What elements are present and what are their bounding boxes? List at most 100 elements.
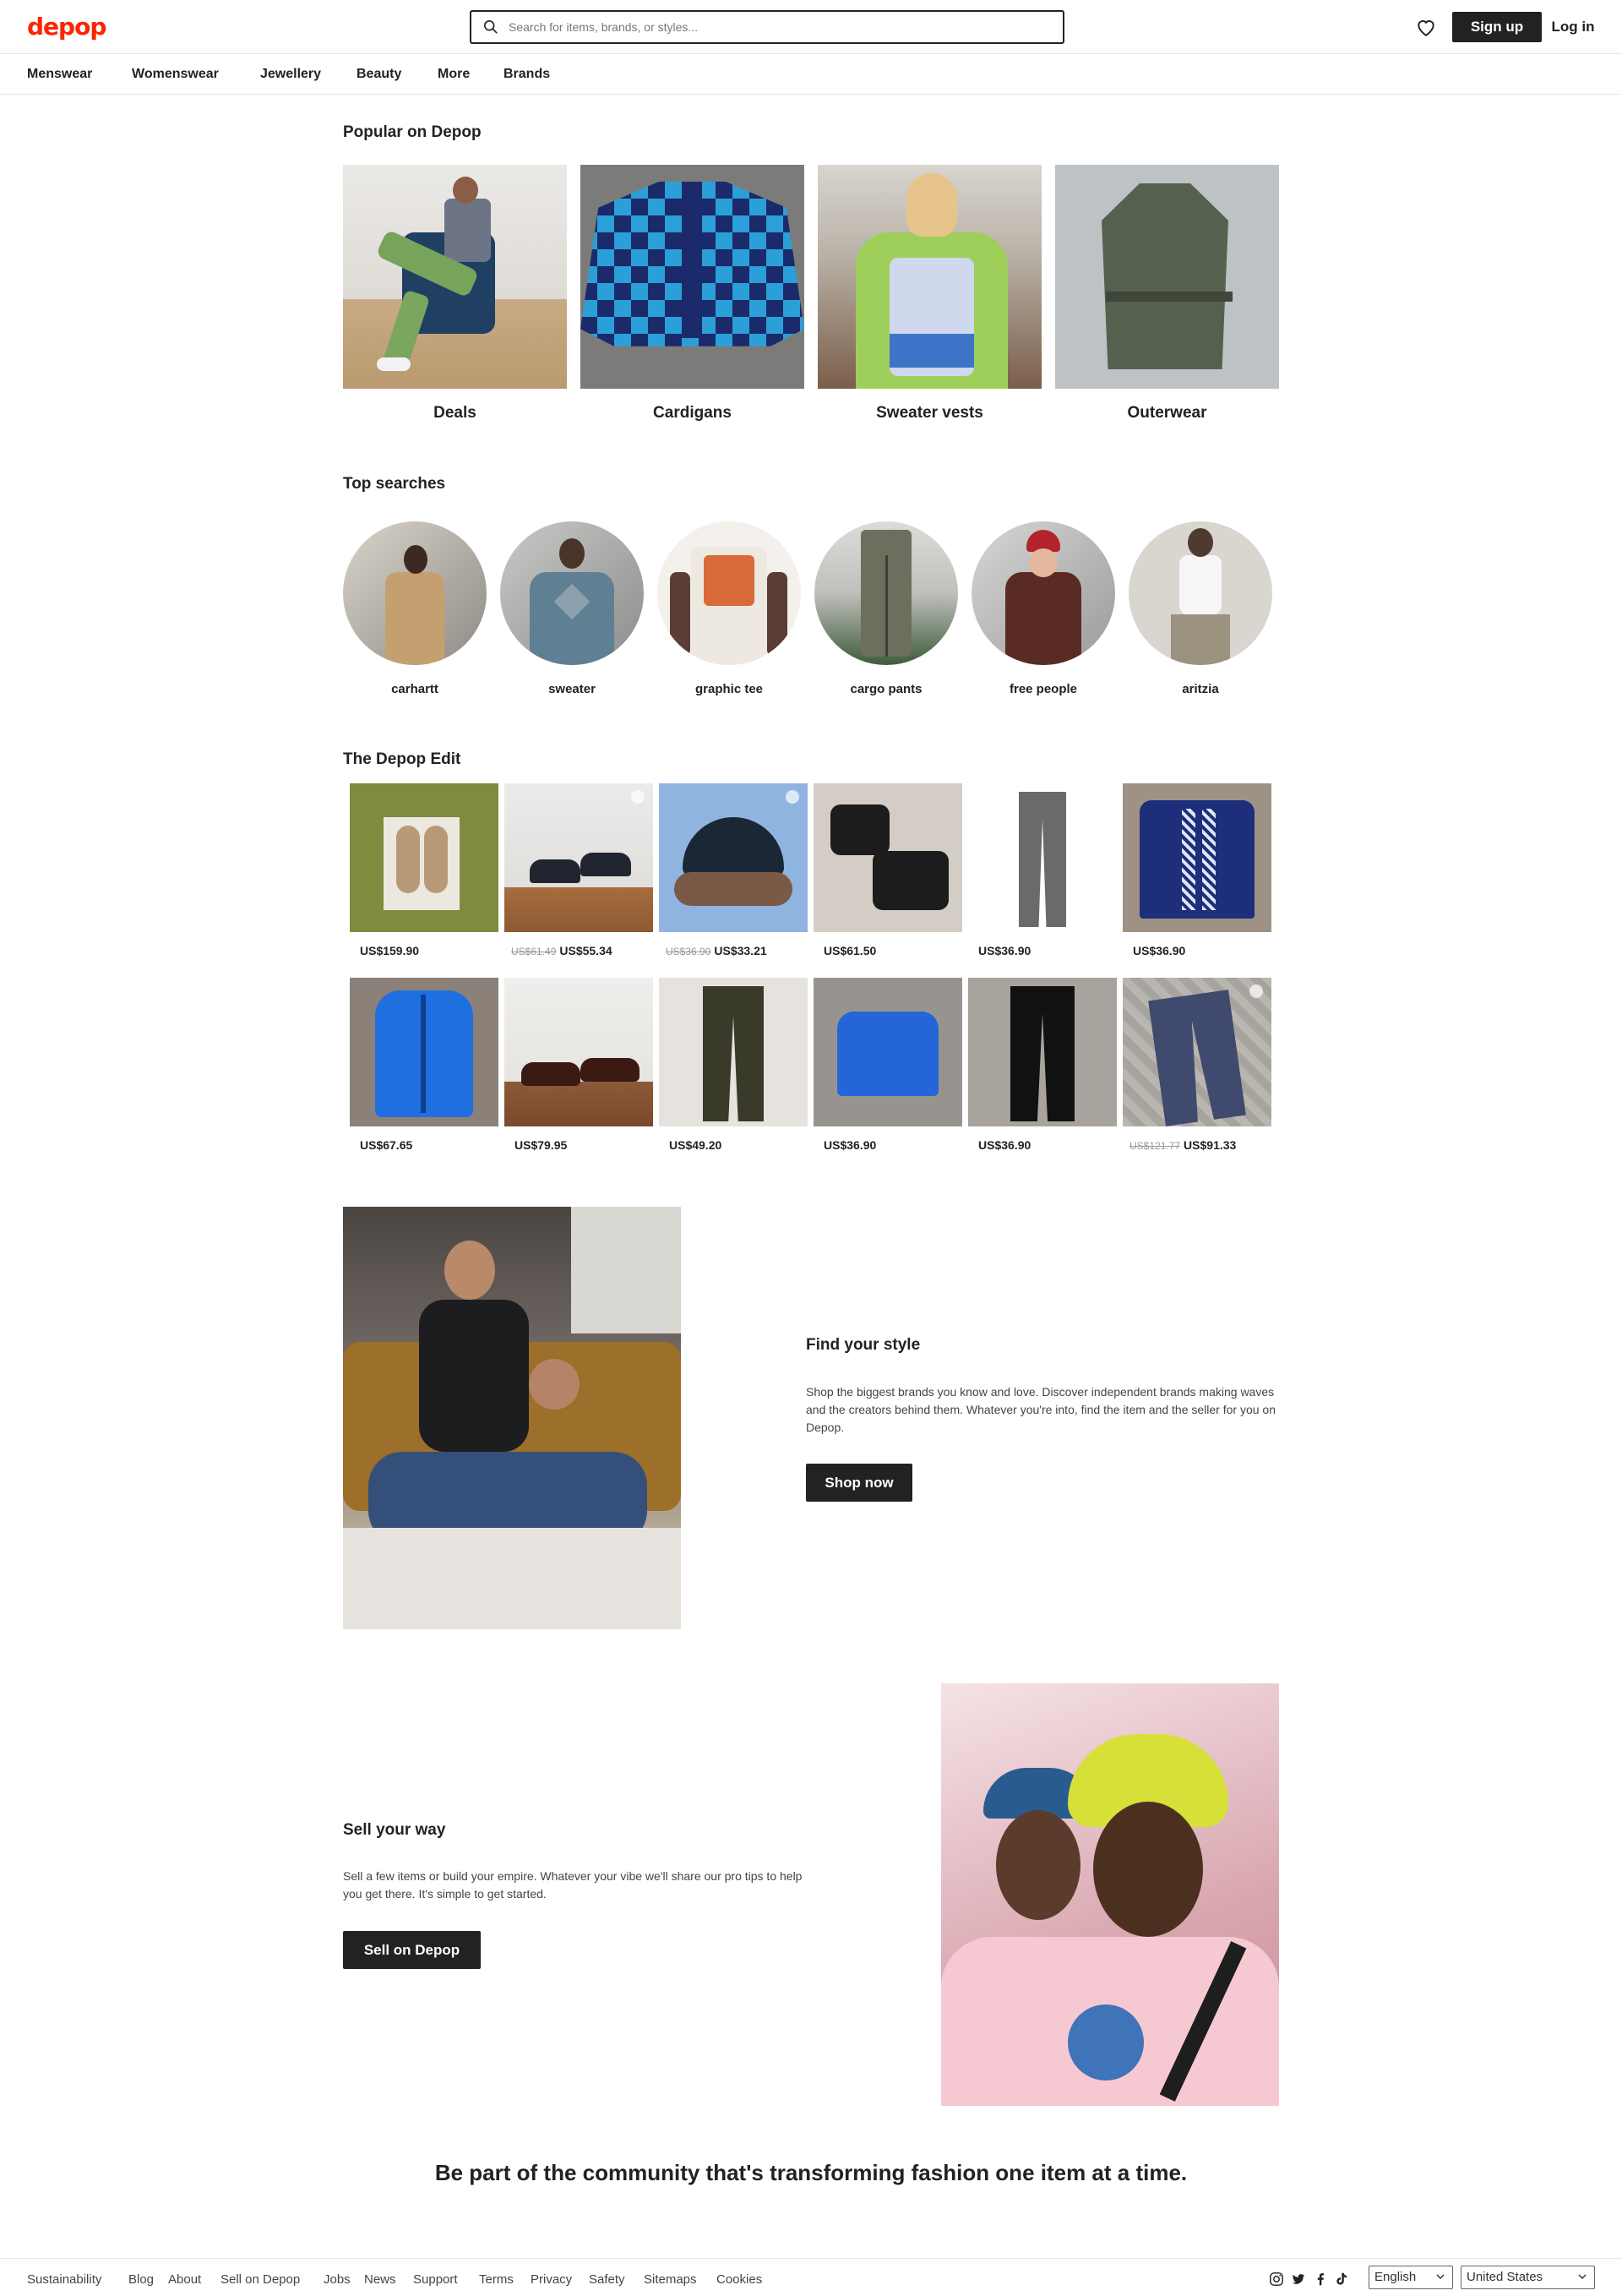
product-current-price: US$79.95 [514, 1138, 568, 1152]
find-style-image [343, 1207, 681, 1629]
popular-label: Cardigans [653, 404, 732, 422]
top-search-sweater[interactable]: sweater [499, 521, 645, 696]
product-image [968, 783, 1117, 932]
product-card[interactable]: US$61.49 US$55.34 [504, 783, 653, 957]
popular-card-deals[interactable]: Deals [343, 165, 567, 423]
product-card[interactable]: US$61.50 [814, 783, 962, 957]
popular-card-outerwear[interactable]: Outerwear [1055, 165, 1279, 423]
top-search-image [657, 521, 801, 665]
popular-card-cardigans[interactable]: Cardigans [580, 165, 804, 423]
nav-item-jewellery[interactable]: Jewellery [260, 67, 321, 82]
tiktok-icon[interactable] [1334, 2271, 1349, 2287]
footer-link-blog[interactable]: Blog [128, 2272, 154, 2287]
sell-image [941, 1683, 1279, 2106]
signup-button[interactable]: Sign up [1452, 12, 1542, 42]
footer-link-sell-on-depop[interactable]: Sell on Depop [220, 2272, 300, 2287]
top-search-free-people[interactable]: free people [971, 521, 1116, 696]
country-select[interactable]: United States [1461, 2266, 1595, 2289]
top-search-carhartt[interactable]: carhartt [342, 521, 487, 696]
product-current-price: US$36.90 [824, 1138, 877, 1152]
product-price: US$36.90 [968, 1138, 1117, 1152]
product-current-price: US$67.65 [360, 1138, 413, 1152]
product-current-price: US$36.90 [978, 1138, 1031, 1152]
product-card[interactable]: US$36.90 [1123, 783, 1271, 957]
find-style-text: Shop the biggest brands you know and lov… [806, 1385, 1276, 1434]
product-old-price: US$61.49 [511, 946, 557, 957]
top-search-graphic-tee[interactable]: graphic tee [656, 521, 802, 696]
top-search-label: aritzia [1182, 682, 1219, 696]
sell-on-depop-button[interactable]: Sell on Depop [343, 1931, 481, 1969]
favorite-icon[interactable] [631, 790, 645, 804]
site-header: depop Sign up Log in [0, 0, 1622, 54]
product-price: US$79.95 [504, 1138, 653, 1152]
category-nav: Menswear Womenswear Jewellery Beauty Mor… [0, 55, 1622, 95]
product-card[interactable]: US$79.95 [504, 978, 653, 1152]
top-search-label: sweater [548, 682, 596, 696]
top-search-label: graphic tee [694, 682, 764, 696]
instagram-icon[interactable] [1269, 2271, 1284, 2287]
language-select[interactable]: English [1369, 2266, 1453, 2289]
product-image [504, 783, 653, 932]
favorite-icon[interactable] [1249, 984, 1263, 998]
product-price: US$36.90 [814, 1138, 962, 1152]
product-card[interactable]: US$49.20 [659, 978, 808, 1152]
product-card[interactable]: US$67.65 [350, 978, 498, 1152]
footer-link-jobs[interactable]: Jobs [324, 2272, 351, 2287]
footer-link-safety[interactable]: Safety [589, 2272, 625, 2287]
popular-card-sweater-vests[interactable]: Sweater vests [818, 165, 1042, 423]
nav-item-womenswear[interactable]: Womenswear [132, 67, 219, 82]
product-image [814, 783, 962, 932]
footer-link-sitemaps[interactable]: Sitemaps [644, 2272, 697, 2287]
search-input[interactable] [509, 20, 1032, 34]
twitter-icon[interactable] [1291, 2271, 1306, 2287]
product-image [504, 978, 653, 1126]
product-current-price: US$36.90 [978, 944, 1031, 957]
product-current-price: US$49.20 [669, 1138, 722, 1152]
sell-text: Sell a few items or build your empire. W… [343, 1869, 803, 1901]
nav-item-more[interactable]: More [438, 67, 470, 82]
footer-link-privacy[interactable]: Privacy [531, 2272, 572, 2287]
depop-edit-title: The Depop Edit [343, 750, 461, 768]
chevron-down-icon [1436, 2274, 1445, 2280]
product-price: US$61.50 [814, 944, 962, 957]
search-icon [483, 19, 498, 34]
footer-link-terms[interactable]: Terms [479, 2272, 514, 2287]
product-card[interactable]: US$36.90 US$33.21 [659, 783, 808, 957]
product-current-price: US$91.33 [1184, 1138, 1237, 1152]
login-button[interactable]: Log in [1548, 12, 1598, 42]
product-card[interactable]: US$36.90 [968, 783, 1117, 957]
depop-logo[interactable]: depop [27, 13, 106, 41]
nav-item-brands[interactable]: Brands [503, 67, 550, 82]
nav-item-menswear[interactable]: Menswear [27, 67, 92, 82]
product-card[interactable]: US$36.90 [968, 978, 1117, 1152]
footer-link-news[interactable]: News [364, 2272, 396, 2287]
footer-link-cookies[interactable]: Cookies [716, 2272, 762, 2287]
favorite-icon[interactable] [786, 790, 799, 804]
product-image [659, 978, 808, 1126]
popular-label: Outerwear [1127, 404, 1207, 422]
product-image [350, 978, 498, 1126]
product-card[interactable]: US$36.90 [814, 978, 962, 1152]
product-old-price: US$36.90 [666, 946, 711, 957]
product-price: US$36.90 [968, 944, 1117, 957]
footer-link-support[interactable]: Support [413, 2272, 458, 2287]
top-search-image [343, 521, 487, 665]
product-image [814, 978, 962, 1126]
popular-image [343, 165, 567, 389]
popular-image [580, 165, 804, 389]
shop-now-button[interactable]: Shop now [806, 1464, 912, 1502]
product-price: US$159.90 [350, 944, 498, 957]
facebook-icon[interactable] [1313, 2271, 1328, 2287]
product-card[interactable]: US$159.90 [350, 783, 498, 957]
product-image [350, 783, 498, 932]
footer-link-sustainability[interactable]: Sustainability [27, 2272, 101, 2287]
top-search-image [814, 521, 958, 665]
heart-icon[interactable] [1415, 16, 1437, 38]
top-search-cargo-pants[interactable]: cargo pants [814, 521, 959, 696]
top-search-aritzia[interactable]: aritzia [1128, 521, 1273, 696]
footer-link-about[interactable]: About [168, 2272, 201, 2287]
search-bar[interactable] [470, 10, 1064, 44]
nav-item-beauty[interactable]: Beauty [357, 67, 401, 82]
product-card[interactable]: US$121.77 US$91.33 [1123, 978, 1271, 1152]
product-current-price: US$61.50 [824, 944, 877, 957]
